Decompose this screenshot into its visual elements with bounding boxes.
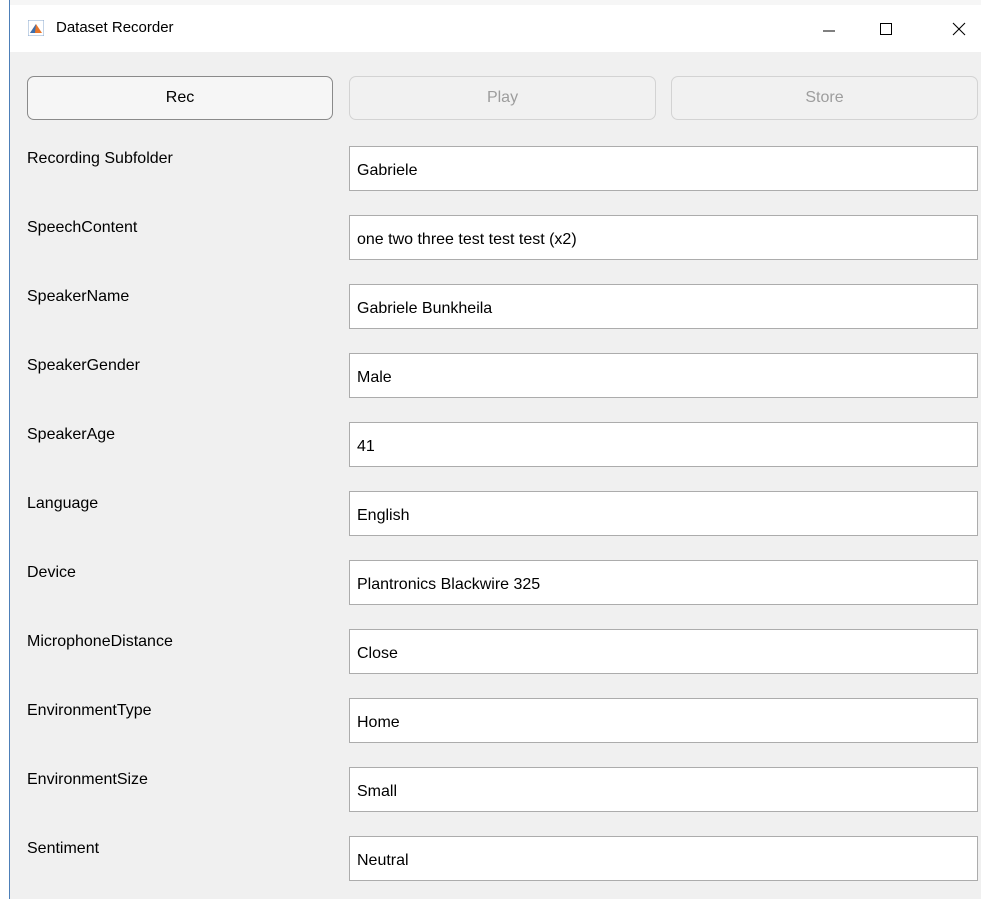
sentiment-label: Sentiment — [27, 840, 100, 857]
speaker-gender-field[interactable]: Male — [349, 353, 978, 398]
minimize-button[interactable] — [806, 10, 852, 48]
app-window: Dataset Recorder Rec Play Store Recordin… — [9, 0, 981, 899]
environment-size-label: EnvironmentSize — [27, 771, 148, 788]
title-bar-top-edge — [10, 0, 981, 5]
device-label: Device — [27, 564, 76, 581]
maximize-icon — [880, 23, 892, 35]
rec-button[interactable]: Rec — [27, 76, 333, 120]
recording-subfolder-label: Recording Subfolder — [27, 150, 173, 167]
speech-content-label: SpeechContent — [27, 219, 138, 236]
language-label: Language — [27, 495, 99, 512]
speech-content-field[interactable]: one two three test test test (x2) — [349, 215, 978, 260]
speaker-age-field[interactable]: 41 — [349, 422, 978, 467]
microphone-distance-label: MicrophoneDistance — [27, 633, 173, 650]
sentiment-field[interactable]: Neutral — [349, 836, 978, 881]
play-button[interactable]: Play — [349, 76, 656, 120]
speaker-name-label: SpeakerName — [27, 288, 130, 305]
device-field[interactable]: Plantronics Blackwire 325 — [349, 560, 978, 605]
environment-size-field[interactable]: Small — [349, 767, 978, 812]
environment-type-label: EnvironmentType — [27, 702, 152, 719]
maximize-button[interactable] — [863, 10, 909, 48]
microphone-distance-field[interactable]: Close — [349, 629, 978, 674]
speaker-gender-label: SpeakerGender — [27, 357, 140, 374]
minimize-icon — [823, 30, 835, 32]
speaker-name-field[interactable]: Gabriele Bunkheila — [349, 284, 978, 329]
store-button[interactable]: Store — [671, 76, 978, 120]
environment-type-field[interactable]: Home — [349, 698, 978, 743]
language-field[interactable]: English — [349, 491, 978, 536]
title-bar[interactable]: Dataset Recorder — [10, 0, 981, 52]
matlab-icon — [28, 20, 44, 36]
speaker-age-label: SpeakerAge — [27, 426, 116, 443]
recording-subfolder-field[interactable]: Gabriele — [349, 146, 978, 191]
close-icon — [952, 22, 966, 36]
window-title: Dataset Recorder — [56, 19, 174, 36]
close-button[interactable] — [936, 10, 981, 48]
